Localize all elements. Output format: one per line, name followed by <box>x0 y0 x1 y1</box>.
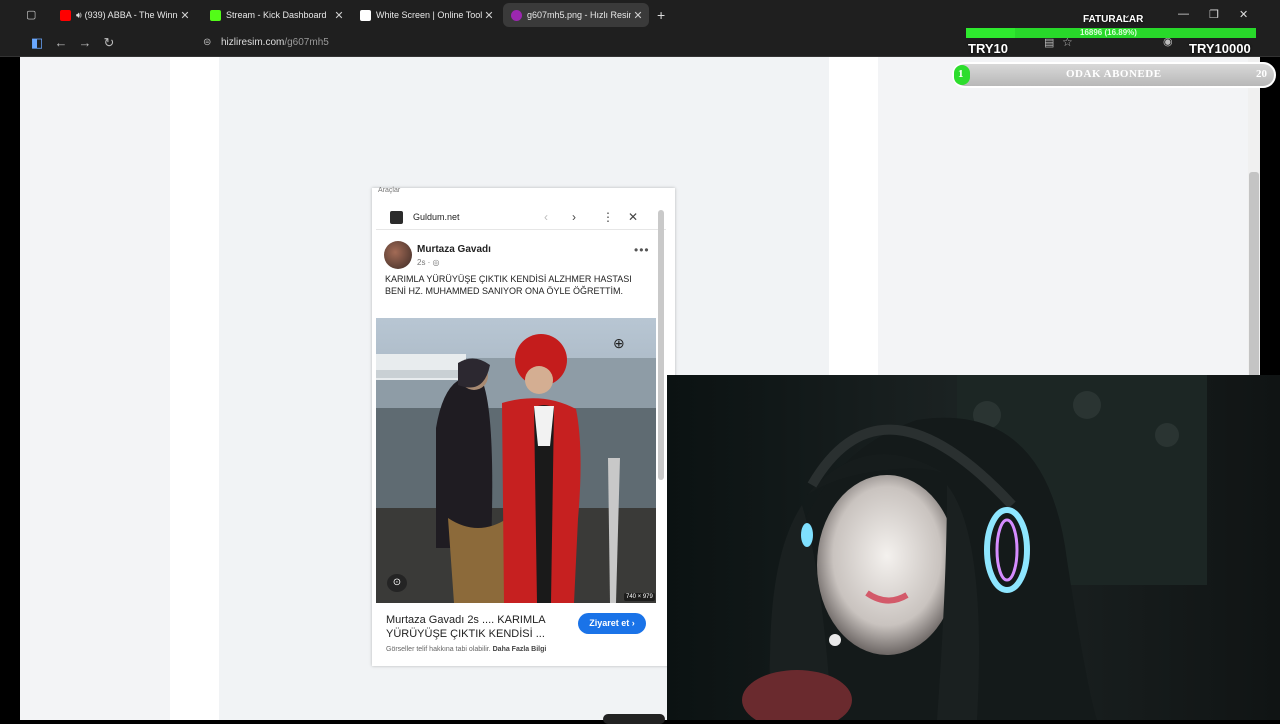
subscriber-goal-label: ODAK ABONEDE <box>1066 68 1162 80</box>
minimize-icon[interactable]: — <box>1178 8 1189 20</box>
window-close-icon[interactable]: ✕ <box>1239 8 1248 21</box>
goal-min-label: TRY10 <box>968 41 1008 56</box>
tab-close-icon[interactable]: ✕ <box>631 9 645 22</box>
tab-white-screen[interactable]: White Screen | Online Tool ✕ <box>352 3 500 27</box>
more-vert-icon: ⋮ <box>602 210 614 224</box>
visit-button: Ziyaret et › <box>578 613 646 634</box>
url-host: hizliresim.com <box>221 37 285 48</box>
goal-progress-fill <box>966 28 1015 38</box>
url-path: /g607mh5 <box>284 37 329 48</box>
tab-actions-icon[interactable]: ▢ <box>26 8 40 22</box>
tab-title: Stream - Kick Dashboard <box>226 10 327 20</box>
forward-icon[interactable]: → <box>76 34 94 52</box>
subscriber-goal-target: 20 <box>1256 68 1267 80</box>
sidebar-toggle-icon[interactable]: ◧ <box>28 34 46 52</box>
tab-close-icon[interactable]: ✕ <box>178 9 192 22</box>
new-tab-button[interactable]: + <box>657 7 665 23</box>
subscriber-current: 1 <box>958 68 964 80</box>
goal-title: FATURALAR <box>1083 14 1144 25</box>
post-time: 2s · ◎ <box>417 258 440 267</box>
kick-favicon-icon <box>210 9 221 21</box>
more-horiz-icon: ••• <box>634 243 650 257</box>
more-info-link: Daha Fazla Bilgi <box>492 646 547 653</box>
tab-hizliresim[interactable]: g607mh5.png - Hızlı Resim ✕ <box>503 3 649 27</box>
chevron-right-icon: › <box>572 210 576 224</box>
tab-title: (939) ABBA - The Winner Ta <box>84 10 178 20</box>
site-name: Guldum.net <box>413 212 460 222</box>
webcam-feed <box>667 375 1280 720</box>
reload-icon[interactable]: ↻ <box>100 34 118 52</box>
restore-icon[interactable]: ❐ <box>1209 8 1219 21</box>
site-info-icon[interactable]: ⊜ <box>203 37 213 49</box>
post-text: KARIMLA YÜRÜYÜŞE ÇIKTIK KENDİSİ ALZHMER … <box>385 274 632 296</box>
image-size-label: 740 × 979 <box>624 593 655 601</box>
speaker-icon[interactable]: 🔊︎ <box>76 10 82 21</box>
url-field[interactable]: hizliresim.com/g607mh5 <box>221 34 981 52</box>
copyright-note: Görseller telif hakkına tabi olabilir. D… <box>386 646 546 653</box>
goal-progress-text: 16896 (16.89%) <box>1080 28 1137 37</box>
chevron-left-icon: ‹ <box>544 210 548 224</box>
floating-button[interactable] <box>603 714 665 724</box>
hizliresim-favicon-icon <box>511 9 522 21</box>
post-author: Murtaza Gavadı <box>417 244 491 255</box>
tab-title: g607mh5.png - Hızlı Resim <box>527 10 631 20</box>
tab-title: White Screen | Online Tool <box>376 10 482 20</box>
lens-icon: ⊙ <box>387 574 407 592</box>
tab-close-icon[interactable]: ✕ <box>482 9 496 22</box>
copyright-text: Görseller telif hakkına tabi olabilir. <box>386 646 491 653</box>
white-screen-favicon-icon <box>360 9 371 21</box>
close-icon: ✕ <box>628 210 639 224</box>
site-logo-icon <box>390 211 403 224</box>
back-icon[interactable]: ← <box>52 34 70 52</box>
tab-close-icon[interactable]: ✕ <box>332 9 346 22</box>
tab-kick[interactable]: Stream - Kick Dashboard ✕ <box>202 3 350 27</box>
tab-youtube[interactable]: 🔊︎ (939) ABBA - The Winner Ta ✕ <box>52 3 196 27</box>
post-photo <box>376 318 656 603</box>
youtube-favicon-icon <box>60 9 71 21</box>
result-title: Murtaza Gavadı 2s .... KARIMLA YÜRÜYÜŞE … <box>386 614 545 640</box>
cropped-label: Araçlar <box>378 187 401 194</box>
goal-max-label: TRY10000 <box>1189 41 1251 56</box>
panel-scrollbar <box>658 210 664 480</box>
avatar <box>384 241 412 269</box>
page-scrollbar-thumb[interactable] <box>1249 172 1259 392</box>
zoom-in-icon: ⊕ <box>613 335 625 351</box>
